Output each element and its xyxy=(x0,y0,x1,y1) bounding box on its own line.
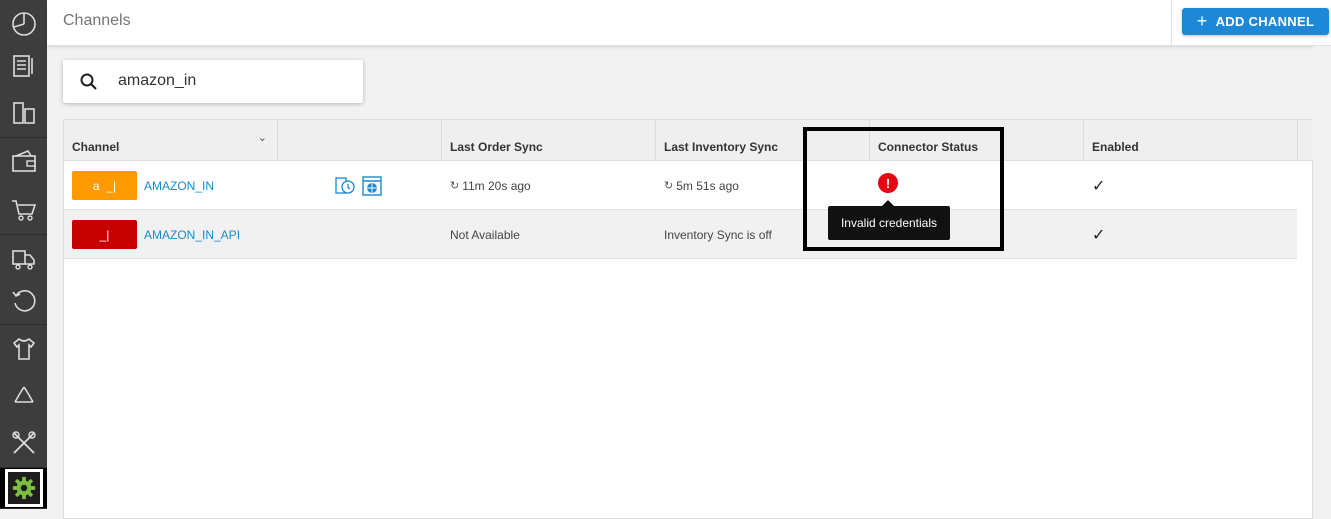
inventory-icon xyxy=(12,102,35,124)
cart-icon xyxy=(11,200,36,221)
nav-products[interactable] xyxy=(0,325,47,374)
chevron-down-icon[interactable]: ⌄ xyxy=(258,131,267,144)
highlight-box xyxy=(803,127,1004,251)
nav-recycle[interactable] xyxy=(0,373,47,422)
history-icon: ↻ xyxy=(450,180,460,192)
wallet-icon xyxy=(11,149,36,172)
tools-icon xyxy=(11,431,36,454)
search-icon xyxy=(80,73,97,90)
table-row[interactable]: a _| AMAZON_IN ↻ 11m 20s ago ↻ 5m 51s ag… xyxy=(64,161,1297,210)
plus-icon: + xyxy=(1196,11,1208,31)
add-channel-button[interactable]: + ADD CHANNEL xyxy=(1182,8,1329,35)
column-header-enabled: Enabled xyxy=(1084,120,1298,161)
nav-settings[interactable] xyxy=(0,468,47,509)
search-value: amazon_in xyxy=(118,72,197,89)
last-inventory-sync: Inventory Sync is off xyxy=(664,227,772,242)
products-icon xyxy=(12,337,35,360)
page-title: Channels xyxy=(63,12,131,29)
table-header: Channel ⌄ Last Order Sync Last Inventory… xyxy=(64,120,1314,161)
nav-inventory[interactable] xyxy=(0,89,47,138)
nav-tools[interactable] xyxy=(0,419,47,468)
browser-globe-icon[interactable] xyxy=(361,175,383,197)
recycle-icon xyxy=(13,386,34,403)
settings-icon xyxy=(12,476,35,500)
search-input[interactable]: amazon_in xyxy=(63,60,363,103)
table-row[interactable]: _| AMAZON_IN_API Not Available Inventory… xyxy=(64,210,1297,259)
dashboard-icon xyxy=(11,12,36,36)
sidebar xyxy=(0,0,47,509)
check-icon: ✓ xyxy=(1092,177,1106,195)
column-header-last-order-sync: Last Order Sync xyxy=(442,120,656,161)
history-icon: ↻ xyxy=(664,180,674,192)
nav-orders[interactable] xyxy=(0,42,47,91)
top-bar: Channels + ADD CHANNEL xyxy=(47,0,1331,46)
divider xyxy=(1171,0,1172,46)
last-order-sync: 11m 20s ago xyxy=(462,178,531,193)
last-order-sync: Not Available xyxy=(450,227,520,242)
last-inventory-sync: 5m 51s ago xyxy=(676,178,739,193)
sync-history-icon[interactable] xyxy=(334,175,356,197)
returns-icon xyxy=(11,290,35,312)
scrollbar[interactable] xyxy=(1313,46,1331,509)
channel-link[interactable]: AMAZON_IN_API xyxy=(144,228,240,242)
column-header-channel[interactable]: Channel ⌄ xyxy=(64,120,278,161)
check-icon: ✓ xyxy=(1092,226,1106,244)
nav-returns[interactable] xyxy=(0,276,47,325)
nav-wallet[interactable] xyxy=(0,138,47,187)
amazon-api-logo: _| xyxy=(72,220,137,249)
nav-cart[interactable] xyxy=(0,186,47,235)
add-channel-label: ADD CHANNEL xyxy=(1215,14,1315,29)
warehouse-icon xyxy=(11,250,35,270)
column-header-actions xyxy=(278,120,442,161)
orders-icon xyxy=(12,55,33,77)
channels-table: Channel ⌄ Last Order Sync Last Inventory… xyxy=(63,119,1314,519)
